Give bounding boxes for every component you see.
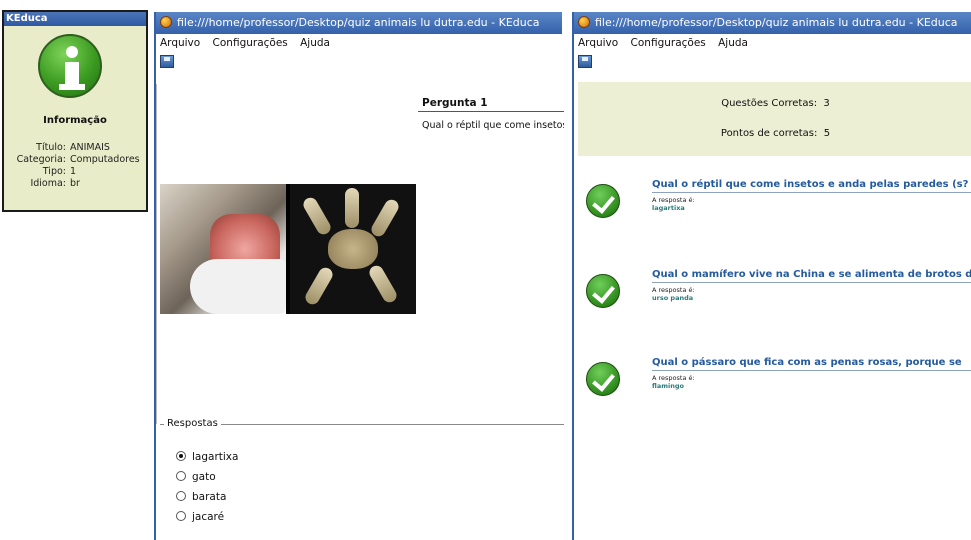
save-icon[interactable]	[160, 55, 174, 68]
result-question: Qual o réptil que come insetos e anda pe…	[652, 178, 971, 193]
result-answer: lagartixa	[652, 204, 685, 212]
info-key: Tipo:	[42, 166, 66, 177]
info-window: KEduca Informação Título: ANIMAIS Catego…	[2, 10, 148, 212]
quiz-window-titlebar[interactable]: file:///home/professor/Desktop/quiz anim…	[156, 12, 562, 34]
correct-label: Questões Corretas:	[721, 98, 818, 109]
window-title: file:///home/professor/Desktop/quiz anim…	[595, 16, 958, 29]
info-row-category: Categoria: Computadores	[4, 154, 146, 166]
info-row-type: Tipo: 1	[4, 166, 146, 178]
result-question: Qual o pássaro que fica com as penas ros…	[652, 356, 971, 371]
info-value: 1	[70, 166, 77, 177]
radio-selected-icon[interactable]	[176, 451, 186, 461]
info-row-language: Idioma: br	[4, 178, 146, 190]
divider	[156, 84, 157, 424]
gecko-photo-left	[160, 184, 286, 314]
info-window-title: KEduca	[4, 12, 146, 26]
result-question: Qual o mamífero vive na China e se alime…	[652, 268, 971, 283]
response-option[interactable]: barata	[176, 490, 226, 504]
response-label: barata	[192, 491, 227, 503]
window-title: file:///home/professor/Desktop/quiz anim…	[177, 16, 540, 29]
checkmark-icon	[586, 362, 620, 396]
menu-ajuda[interactable]: Ajuda	[300, 37, 330, 49]
response-label: gato	[192, 471, 216, 483]
points-label: Pontos de corretas:	[720, 128, 818, 139]
result-label: A resposta é:	[652, 374, 695, 382]
radio-icon[interactable]	[176, 491, 186, 501]
menu-arquivo[interactable]: Arquivo	[578, 37, 618, 49]
info-rows: Título: ANIMAIS Categoria: Computadores …	[4, 142, 146, 190]
question-heading: Pergunta 1	[418, 94, 564, 112]
checkmark-icon	[586, 184, 620, 218]
menu-configuracoes[interactable]: Configurações	[631, 37, 706, 49]
menu-ajuda[interactable]: Ajuda	[718, 37, 748, 49]
info-value: Computadores	[70, 154, 140, 165]
points-count: Pontos de corretas: 5	[578, 128, 971, 139]
correct-value: 3	[823, 98, 830, 109]
question-image	[160, 184, 416, 314]
info-key: Categoria:	[16, 154, 66, 165]
toolbar	[574, 52, 971, 72]
correct-count: Questões Corretas: 3	[578, 98, 971, 109]
save-icon[interactable]	[578, 55, 592, 68]
info-value: ANIMAIS	[70, 142, 110, 153]
response-option[interactable]: lagartixa	[176, 450, 238, 464]
result-label: A resposta é:	[652, 286, 695, 294]
info-key: Idioma:	[30, 178, 66, 189]
question-text: Qual o réptil que come insetos e anda pe…	[422, 120, 564, 131]
gecko-photo-right	[290, 184, 416, 314]
checkmark-icon	[586, 274, 620, 308]
response-label: jacaré	[192, 511, 225, 523]
app-icon	[578, 16, 590, 28]
information-icon	[38, 34, 102, 98]
menu-configuracoes[interactable]: Configurações	[213, 37, 288, 49]
menu-arquivo[interactable]: Arquivo	[160, 37, 200, 49]
points-value: 5	[823, 128, 831, 139]
results-window: file:///home/professor/Desktop/quiz anim…	[572, 12, 971, 540]
responses-legend: Respostas	[164, 418, 221, 429]
menubar: Arquivo Configurações Ajuda	[156, 34, 562, 52]
response-option[interactable]: jacaré	[176, 510, 224, 524]
results-summary: Questões Corretas: 3 Pontos de corretas:…	[578, 82, 971, 156]
info-value: br	[70, 178, 80, 189]
menubar: Arquivo Configurações Ajuda	[574, 34, 971, 52]
result-answer: urso panda	[652, 294, 694, 302]
info-row-title: Título: ANIMAIS	[4, 142, 146, 154]
app-icon	[160, 16, 172, 28]
toolbar	[156, 52, 562, 72]
info-key: Título:	[36, 142, 66, 153]
responses-group: Respostas lagartixa gato barata jacaré	[160, 418, 564, 539]
radio-icon[interactable]	[176, 511, 186, 521]
result-label: A resposta é:	[652, 196, 695, 204]
radio-icon[interactable]	[176, 471, 186, 481]
info-heading: Informação	[43, 115, 107, 126]
quiz-window: file:///home/professor/Desktop/quiz anim…	[154, 12, 564, 540]
result-answer: flamingo	[652, 382, 684, 390]
response-option[interactable]: gato	[176, 470, 216, 484]
response-label: lagartixa	[192, 451, 239, 463]
results-window-titlebar[interactable]: file:///home/professor/Desktop/quiz anim…	[574, 12, 971, 34]
